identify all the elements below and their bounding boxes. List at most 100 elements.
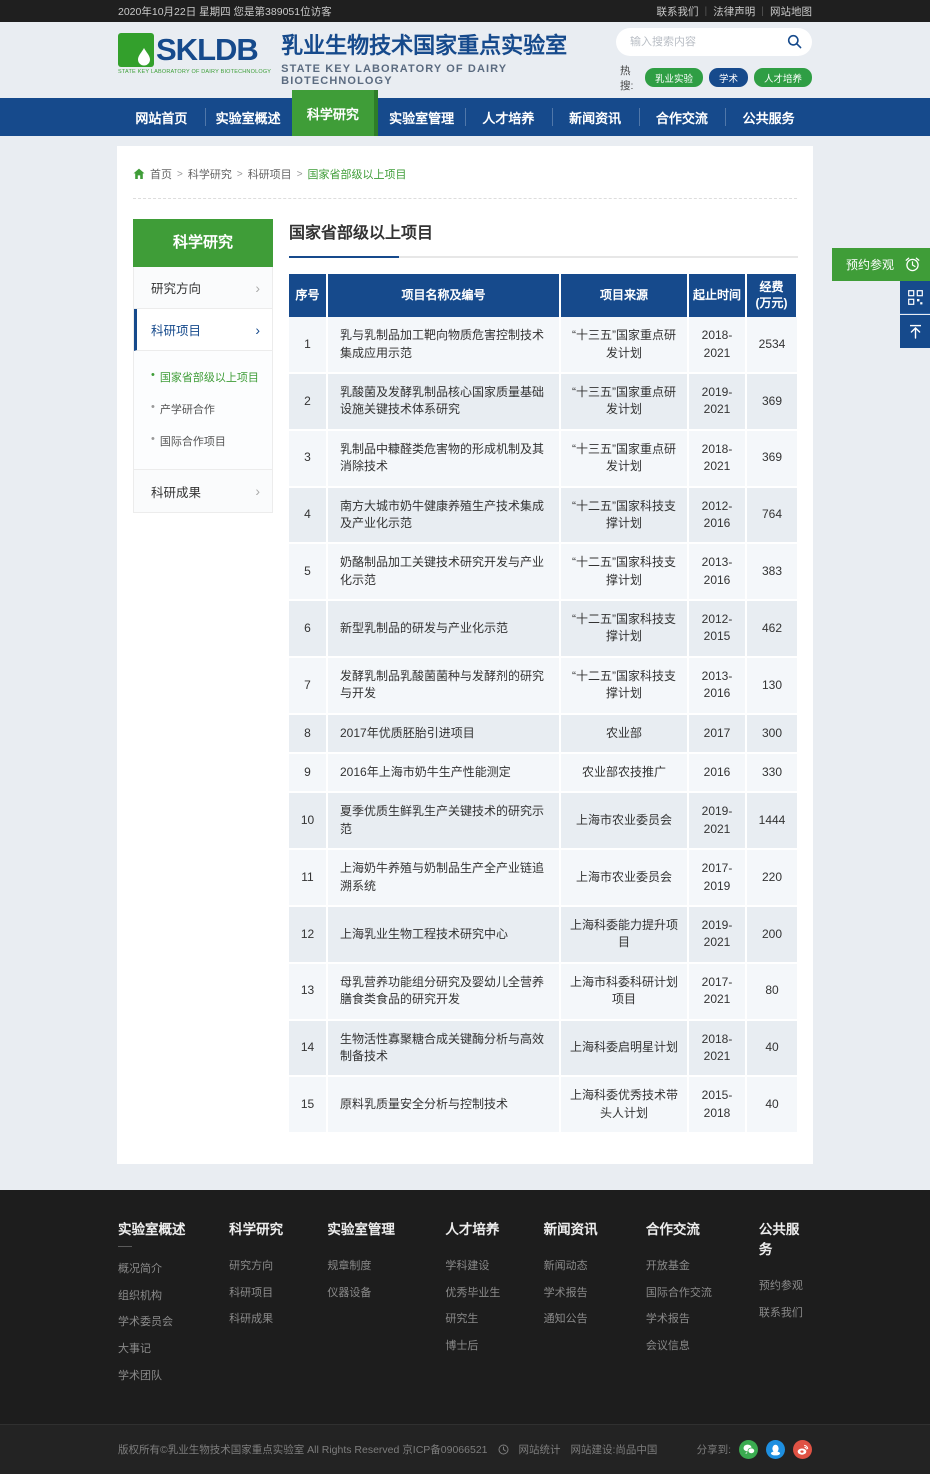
table-row[interactable]: 12 上海乳业生物工程技术研究中心 上海科委能力提升项目 2019-2021 2… xyxy=(289,906,797,963)
home-icon[interactable] xyxy=(133,168,145,180)
footer-link[interactable]: 研究方向 xyxy=(229,1258,327,1276)
nav-item[interactable]: 实验室管理 xyxy=(378,98,465,136)
hot-search-tag[interactable]: 学术 xyxy=(709,68,748,87)
cell-funding: 40 xyxy=(746,1076,797,1133)
page-title: 国家省部级以上项目 xyxy=(289,219,798,243)
weibo-share-icon[interactable] xyxy=(793,1440,812,1459)
footer-link[interactable]: 仪器设备 xyxy=(327,1285,445,1303)
footer-link[interactable]: 学术委员会 xyxy=(118,1314,229,1332)
footer-link[interactable]: 预约参观 xyxy=(759,1278,812,1296)
table-row[interactable]: 9 2016年上海市奶牛生产性能测定 农业部农技推广 2016 330 xyxy=(289,753,797,792)
logo-caption: STATE KEY LABORATORY OF DAIRY BIOTECHNOL… xyxy=(118,69,271,75)
nav-item[interactable]: 合作交流 xyxy=(639,98,726,136)
sidebar-subitem[interactable]: 国际合作项目 xyxy=(134,425,272,457)
table-row[interactable]: 14 生物活性寡聚糖合成关键酶分析与高效制备技术 上海科委启明星计划 2018-… xyxy=(289,1020,797,1077)
table-row[interactable]: 4 南方大城市奶牛健康养殖生产技术集成及产业化示范 “十二五”国家科技支撑计划 … xyxy=(289,487,797,544)
sidebar-subitem[interactable]: 产学研合作 xyxy=(134,393,272,425)
table-row[interactable]: 2 乳酸菌及发酵乳制品核心国家质量基础设施关键技术体系研究 “十三五”国家重点研… xyxy=(289,373,797,430)
nav-item[interactable]: 人才培养 xyxy=(465,98,552,136)
topbar-link-sitemap[interactable]: 网站地图 xyxy=(770,4,812,19)
qq-share-icon[interactable] xyxy=(766,1440,785,1459)
table-row[interactable]: 1 乳与乳制品加工靶向物质危害控制技术集成应用示范 “十三五”国家重点研发计划 … xyxy=(289,317,797,373)
cell-project-source: 上海科委启明星计划 xyxy=(560,1020,688,1077)
table-row[interactable]: 7 发酵乳制品乳酸菌菌种与发酵剂的研究与开发 “十二五”国家科技支撑计划 201… xyxy=(289,657,797,714)
search-icon[interactable] xyxy=(787,34,802,49)
footer-link[interactable]: 概况简介 xyxy=(118,1261,229,1279)
nav-item[interactable]: 科学研究 xyxy=(292,90,379,136)
nav-item[interactable]: 实验室概述 xyxy=(205,98,292,136)
breadcrumb-research[interactable]: 科学研究 xyxy=(188,166,232,182)
cell-period: 2019-2021 xyxy=(688,373,746,430)
reserve-visit-button[interactable]: 预约参观 xyxy=(832,248,930,281)
footer-link[interactable]: 新闻动态 xyxy=(544,1258,646,1276)
nav-item[interactable]: 公共服务 xyxy=(725,98,812,136)
hot-search-row: 热搜: 乳业实验 学术 人才培养 xyxy=(616,63,812,93)
footer-link[interactable]: 优秀毕业生 xyxy=(445,1285,543,1303)
alarm-clock-icon xyxy=(904,256,921,273)
back-to-top-button[interactable] xyxy=(900,315,930,348)
cell-project-source: “十三五”国家重点研发计划 xyxy=(560,373,688,430)
table-row[interactable]: 10 夏季优质生鲜乳生产关键技术的研究示范 上海市农业委员会 2019-2021… xyxy=(289,792,797,849)
table-row[interactable]: 11 上海奶牛养殖与奶制品生产全产业链追溯系统 上海市农业委员会 2017-20… xyxy=(289,849,797,906)
site-stats-link[interactable]: 网站统计 xyxy=(519,1442,561,1457)
cell-project-name: 夏季优质生鲜乳生产关键技术的研究示范 xyxy=(327,792,560,849)
brand[interactable]: SKLDB STATE KEY LABORATORY OF DAIRY BIOT… xyxy=(118,33,616,86)
footer-link[interactable]: 学科建设 xyxy=(445,1258,543,1276)
footer-link[interactable]: 组织机构 xyxy=(118,1288,229,1306)
footer-link[interactable]: 开放基金 xyxy=(646,1258,759,1276)
site-builder-link[interactable]: 网站建设:尚品中国 xyxy=(571,1442,658,1457)
footer-link[interactable]: 研究生 xyxy=(445,1311,543,1329)
footer-link[interactable]: 会议信息 xyxy=(646,1338,759,1356)
footer-link[interactable]: 规章制度 xyxy=(327,1258,445,1276)
sidebar-item-research-direction[interactable]: 研究方向 › xyxy=(134,267,272,309)
cell-index: 13 xyxy=(289,963,327,1020)
table-row[interactable]: 3 乳制品中糠醛类危害物的形成机制及其消除技术 “十三五”国家重点研发计划 20… xyxy=(289,430,797,487)
wechat-share-icon[interactable] xyxy=(739,1440,758,1459)
table-header-cell: 项目名称及编号 xyxy=(327,274,560,317)
site-subtitle: STATE KEY LABORATORY OF DAIRY BIOTECHNOL… xyxy=(281,63,616,87)
search-input[interactable] xyxy=(630,36,787,48)
cell-project-source: 上海市科委科研计划项目 xyxy=(560,963,688,1020)
footer-link[interactable]: 通知公告 xyxy=(544,1311,646,1329)
cell-project-name: 奶酪制品加工关键技术研究开发与产业化示范 xyxy=(327,543,560,600)
cell-project-source: 上海科委优秀技术带头人计划 xyxy=(560,1076,688,1133)
footer-col-title: 人才培养 xyxy=(445,1218,543,1238)
cell-project-source: 农业部农技推广 xyxy=(560,753,688,792)
sidebar-item-research-results[interactable]: 科研成果 › xyxy=(134,470,272,512)
footer-link[interactable]: 联系我们 xyxy=(759,1305,812,1323)
footer-col-news: 新闻资讯 新闻动态 学术报告 通知公告 xyxy=(544,1218,646,1394)
nav-item[interactable]: 新闻资讯 xyxy=(552,98,639,136)
footer-link[interactable]: 国际合作交流 xyxy=(646,1285,759,1303)
footer-link[interactable]: 科研成果 xyxy=(229,1311,327,1329)
qr-code-button[interactable] xyxy=(900,281,930,314)
footer-link[interactable]: 博士后 xyxy=(445,1338,543,1356)
sidebar-item-research-projects[interactable]: 科研项目 › xyxy=(134,309,272,351)
clock-icon xyxy=(498,1444,509,1455)
hot-search-tag[interactable]: 乳业实验 xyxy=(645,68,703,87)
table-row[interactable]: 8 2017年优质胚胎引进项目 农业部 2017 300 xyxy=(289,714,797,753)
footer-link[interactable]: 学术报告 xyxy=(646,1311,759,1329)
footer-link[interactable]: 大事记 xyxy=(118,1341,229,1359)
nav-item[interactable]: 网站首页 xyxy=(118,98,205,136)
date-visitor-count: 2020年10月22日 星期四 您是第389051位访客 xyxy=(118,4,332,19)
footer-col-title: 实验室管理 xyxy=(327,1218,445,1238)
cell-project-name: 乳酸菌及发酵乳制品核心国家质量基础设施关键技术体系研究 xyxy=(327,373,560,430)
table-row[interactable]: 6 新型乳制品的研发与产业化示范 “十二五”国家科技支撑计划 2012-2015… xyxy=(289,600,797,657)
cell-project-source: “十二五”国家科技支撑计划 xyxy=(560,657,688,714)
sidebar-submenu: 国家省部级以上项目 产学研合作 国际合作项目 xyxy=(134,351,272,470)
topbar-link-contact[interactable]: 联系我们 xyxy=(657,4,699,19)
cell-funding: 2534 xyxy=(746,317,797,373)
table-row[interactable]: 13 母乳营养功能组分研究及婴幼儿全营养膳食类食品的研究开发 上海市科委科研计划… xyxy=(289,963,797,1020)
table-row[interactable]: 15 原料乳质量安全分析与控制技术 上海科委优秀技术带头人计划 2015-201… xyxy=(289,1076,797,1133)
topbar-link-legal[interactable]: 法律声明 xyxy=(713,4,755,19)
milk-drop-icon xyxy=(136,48,152,66)
hot-search-tag[interactable]: 人才培养 xyxy=(754,68,812,87)
sidebar-subitem[interactable]: 国家省部级以上项目 xyxy=(134,361,272,393)
footer-link[interactable]: 学术团队 xyxy=(118,1368,229,1386)
table-row[interactable]: 5 奶酪制品加工关键技术研究开发与产业化示范 “十二五”国家科技支撑计划 201… xyxy=(289,543,797,600)
breadcrumb-projects[interactable]: 科研项目 xyxy=(248,166,292,182)
breadcrumb-home[interactable]: 首页 xyxy=(150,166,172,182)
page: 2020年10月22日 星期四 您是第389051位访客 联系我们 | 法律声明… xyxy=(0,0,930,1474)
footer-link[interactable]: 学术报告 xyxy=(544,1285,646,1303)
footer-link[interactable]: 科研项目 xyxy=(229,1285,327,1303)
